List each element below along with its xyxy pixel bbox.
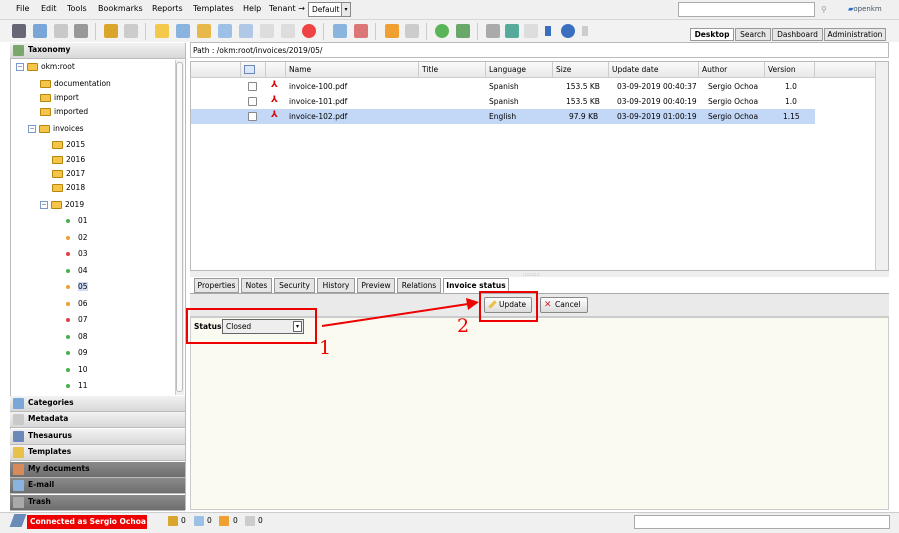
locked-documents-icon[interactable]	[168, 516, 178, 526]
subscriptions-icon[interactable]	[245, 516, 255, 526]
locked-count: 0	[181, 516, 186, 525]
annotation-arrow-head	[466, 298, 479, 310]
status-message-box	[634, 515, 890, 529]
checkout-documents-icon[interactable]	[194, 516, 204, 526]
checkout-count: 0	[207, 516, 212, 525]
workflow-tasks-icon[interactable]	[219, 516, 229, 526]
annotation-arrow-line	[321, 303, 469, 327]
annotation-arrow	[321, 298, 479, 327]
workflow-count: 0	[233, 516, 238, 525]
subscriptions-count: 0	[258, 516, 263, 525]
connected-user-badge: Connected as Sergio Ochoa	[27, 515, 147, 529]
annotation-number-1: 1	[319, 337, 332, 359]
annotation-number-2: 2	[457, 315, 470, 337]
